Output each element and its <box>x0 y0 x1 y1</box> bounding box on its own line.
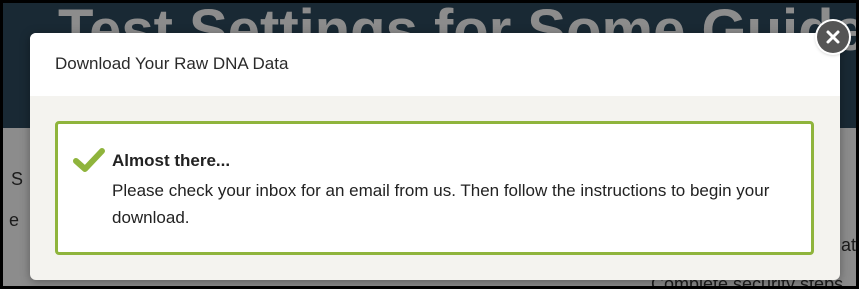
alert-title: Almost there... <box>112 151 231 170</box>
dialog-header: Download Your Raw DNA Data <box>30 33 840 96</box>
close-button[interactable] <box>817 21 849 53</box>
screenshot-frame: Test Settings for Some Guide S e at Comp… <box>0 0 859 289</box>
alert-message: Please check your inbox for an email fro… <box>112 181 770 227</box>
download-dialog: Download Your Raw DNA Data Almost there.… <box>30 33 840 280</box>
dialog-title: Download Your Raw DNA Data <box>55 54 289 73</box>
close-icon <box>825 29 841 45</box>
checkmark-icon <box>73 147 105 178</box>
success-alert: Almost there... Please check your inbox … <box>55 121 814 255</box>
